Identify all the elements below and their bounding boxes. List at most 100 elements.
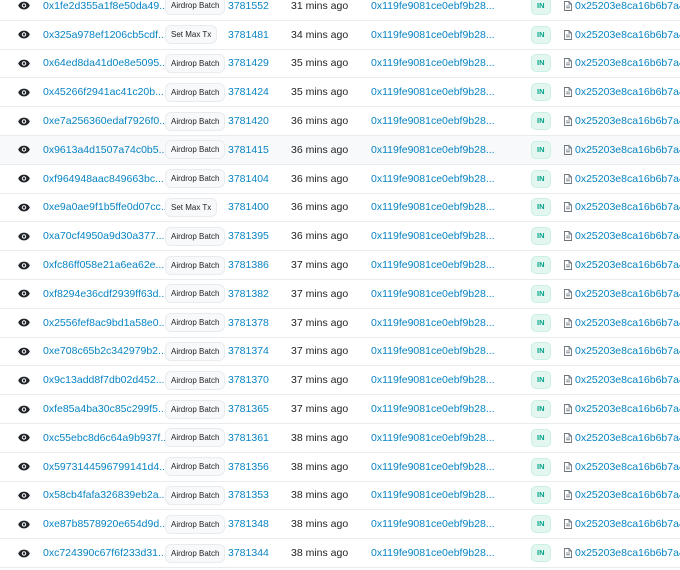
tx-hash-link[interactable]: 0xc55ebc8d6c64a9b937f...	[43, 432, 169, 444]
from-address-link[interactable]: 0x119fe9081ce0ebf9b28...	[371, 201, 495, 213]
to-address-link[interactable]: 0x25203e8ca16b6b7a47...	[575, 374, 680, 386]
eye-icon[interactable]	[15, 400, 33, 418]
tx-hash-link[interactable]: 0x1fe2d355a1f8e50da49...	[43, 0, 168, 12]
tx-hash-link[interactable]: 0xe9a0ae9f1b5ffe0d07cc...	[43, 201, 170, 213]
tx-hash-link[interactable]: 0x325a978ef1206cb5cdf...	[43, 29, 167, 41]
to-address-link[interactable]: 0x25203e8ca16b6b7a47...	[575, 201, 680, 213]
to-address-link[interactable]: 0x25203e8ca16b6b7a47...	[575, 489, 680, 501]
eye-icon[interactable]	[15, 371, 33, 389]
from-address-link[interactable]: 0x119fe9081ce0ebf9b28...	[371, 374, 495, 386]
block-link[interactable]: 3781424	[228, 86, 269, 98]
to-address-link[interactable]: 0x25203e8ca16b6b7a47...	[575, 288, 680, 300]
from-address-link[interactable]: 0x119fe9081ce0ebf9b28...	[371, 29, 495, 41]
block-link[interactable]: 3781365	[228, 403, 269, 415]
eye-icon[interactable]	[15, 285, 33, 303]
to-address-link[interactable]: 0x25203e8ca16b6b7a47...	[575, 29, 680, 41]
tx-hash-link[interactable]: 0x45266f2941ac41c20b...	[43, 86, 164, 98]
tx-hash-link[interactable]: 0x2556fef8ac9bd1a58e0...	[43, 317, 167, 329]
block-link[interactable]: 3781386	[228, 259, 269, 271]
to-address-link[interactable]: 0x25203e8ca16b6b7a47...	[575, 518, 680, 530]
from-address-link[interactable]: 0x119fe9081ce0ebf9b28...	[371, 86, 495, 98]
to-address-link[interactable]: 0x25203e8ca16b6b7a47...	[575, 259, 680, 271]
to-address-link[interactable]: 0x25203e8ca16b6b7a47...	[575, 547, 680, 559]
block-link[interactable]: 3781353	[228, 489, 269, 501]
block-link[interactable]: 3781429	[228, 57, 269, 69]
to-address-link[interactable]: 0x25203e8ca16b6b7a47...	[575, 432, 680, 444]
eye-icon[interactable]	[15, 314, 33, 332]
from-address-link[interactable]: 0x119fe9081ce0ebf9b28...	[371, 345, 495, 357]
tx-hash-link[interactable]: 0x5973144596799141d4...	[43, 461, 168, 473]
tx-hash-link[interactable]: 0x64ed8da41d0e8e5095...	[43, 57, 168, 69]
eye-icon[interactable]	[15, 26, 33, 44]
eye-icon[interactable]	[15, 198, 33, 216]
from-address-link[interactable]: 0x119fe9081ce0ebf9b28...	[371, 259, 495, 271]
from-address-link[interactable]: 0x119fe9081ce0ebf9b28...	[371, 432, 495, 444]
from-address-link[interactable]: 0x119fe9081ce0ebf9b28...	[371, 0, 495, 12]
eye-icon[interactable]	[15, 83, 33, 101]
eye-icon[interactable]	[15, 227, 33, 245]
to-address-link[interactable]: 0x25203e8ca16b6b7a47...	[575, 403, 680, 415]
block-link[interactable]: 3781348	[228, 518, 269, 530]
from-address-link[interactable]: 0x119fe9081ce0ebf9b28...	[371, 288, 495, 300]
to-address-link[interactable]: 0x25203e8ca16b6b7a47...	[575, 173, 680, 185]
to-address-link[interactable]: 0x25203e8ca16b6b7a47...	[575, 0, 680, 12]
block-link[interactable]: 3781420	[228, 115, 269, 127]
eye-icon[interactable]	[15, 112, 33, 130]
block-link[interactable]: 3781356	[228, 461, 269, 473]
from-address-link[interactable]: 0x119fe9081ce0ebf9b28...	[371, 403, 495, 415]
eye-icon[interactable]	[15, 429, 33, 447]
from-address-link[interactable]: 0x119fe9081ce0ebf9b28...	[371, 144, 495, 156]
tx-hash-link[interactable]: 0xfc86ff058e21a6ea62e...	[43, 259, 164, 271]
eye-icon[interactable]	[15, 141, 33, 159]
block-link[interactable]: 3781378	[228, 317, 269, 329]
tx-hash-link[interactable]: 0xa70cf4950a9d30a377...	[43, 230, 164, 242]
from-address-link[interactable]: 0x119fe9081ce0ebf9b28...	[371, 230, 495, 242]
block-link[interactable]: 3781395	[228, 230, 269, 242]
eye-icon[interactable]	[15, 458, 33, 476]
from-address-link[interactable]: 0x119fe9081ce0ebf9b28...	[371, 173, 495, 185]
to-address-link[interactable]: 0x25203e8ca16b6b7a47...	[575, 461, 680, 473]
eye-icon[interactable]	[15, 256, 33, 274]
to-address-link[interactable]: 0x25203e8ca16b6b7a47...	[575, 57, 680, 69]
from-address-link[interactable]: 0x119fe9081ce0ebf9b28...	[371, 518, 495, 530]
tx-hash-link[interactable]: 0xf8294e36cdf2939ff63d...	[43, 288, 167, 300]
tx-hash-link[interactable]: 0x9c13add8f7db02d452...	[43, 374, 164, 386]
to-address-link[interactable]: 0x25203e8ca16b6b7a47...	[575, 230, 680, 242]
to-address-link[interactable]: 0x25203e8ca16b6b7a47...	[575, 144, 680, 156]
tx-hash-link[interactable]: 0x9613a4d1507a74c0b5...	[43, 144, 167, 156]
block-link[interactable]: 3781370	[228, 374, 269, 386]
from-address-link[interactable]: 0x119fe9081ce0ebf9b28...	[371, 317, 495, 329]
from-address-link[interactable]: 0x119fe9081ce0ebf9b28...	[371, 57, 495, 69]
to-address-link[interactable]: 0x25203e8ca16b6b7a47...	[575, 345, 680, 357]
block-link[interactable]: 3781344	[228, 547, 269, 559]
block-link[interactable]: 3781415	[228, 144, 269, 156]
eye-icon[interactable]	[15, 486, 33, 504]
tx-hash-link[interactable]: 0xc724390c67f6f233d31...	[43, 547, 167, 559]
from-address-link[interactable]: 0x119fe9081ce0ebf9b28...	[371, 115, 495, 127]
block-link[interactable]: 3781552	[228, 0, 269, 12]
tx-hash-link[interactable]: 0xe708c65b2c342979b2...	[43, 345, 167, 357]
from-address-link[interactable]: 0x119fe9081ce0ebf9b28...	[371, 547, 495, 559]
eye-icon[interactable]	[15, 342, 33, 360]
block-link[interactable]: 3781374	[228, 345, 269, 357]
to-address-link[interactable]: 0x25203e8ca16b6b7a47...	[575, 115, 680, 127]
eye-icon[interactable]	[15, 170, 33, 188]
tx-hash-link[interactable]: 0xe7a256360edaf7926f0...	[43, 115, 168, 127]
from-address-link[interactable]: 0x119fe9081ce0ebf9b28...	[371, 489, 495, 501]
to-address-link[interactable]: 0x25203e8ca16b6b7a47...	[575, 86, 680, 98]
to-address-link[interactable]: 0x25203e8ca16b6b7a47...	[575, 317, 680, 329]
from-address-link[interactable]: 0x119fe9081ce0ebf9b28...	[371, 461, 495, 473]
block-link[interactable]: 3781400	[228, 201, 269, 213]
block-link[interactable]: 3781361	[228, 432, 269, 444]
tx-hash-link[interactable]: 0xfe85a4ba30c85c299f5...	[43, 403, 167, 415]
eye-icon[interactable]	[15, 544, 33, 562]
block-link[interactable]: 3781382	[228, 288, 269, 300]
eye-icon[interactable]	[15, 515, 33, 533]
tx-hash-link[interactable]: 0xf964948aac849663bc...	[43, 173, 164, 185]
eye-icon[interactable]	[15, 54, 33, 72]
block-link[interactable]: 3781481	[228, 29, 269, 41]
block-link[interactable]: 3781404	[228, 173, 269, 185]
eye-icon[interactable]	[15, 0, 33, 15]
tx-hash-link[interactable]: 0x58cb4fafa326839eb2a...	[43, 489, 167, 501]
tx-hash-link[interactable]: 0xe87b8578920e654d9d...	[43, 518, 168, 530]
